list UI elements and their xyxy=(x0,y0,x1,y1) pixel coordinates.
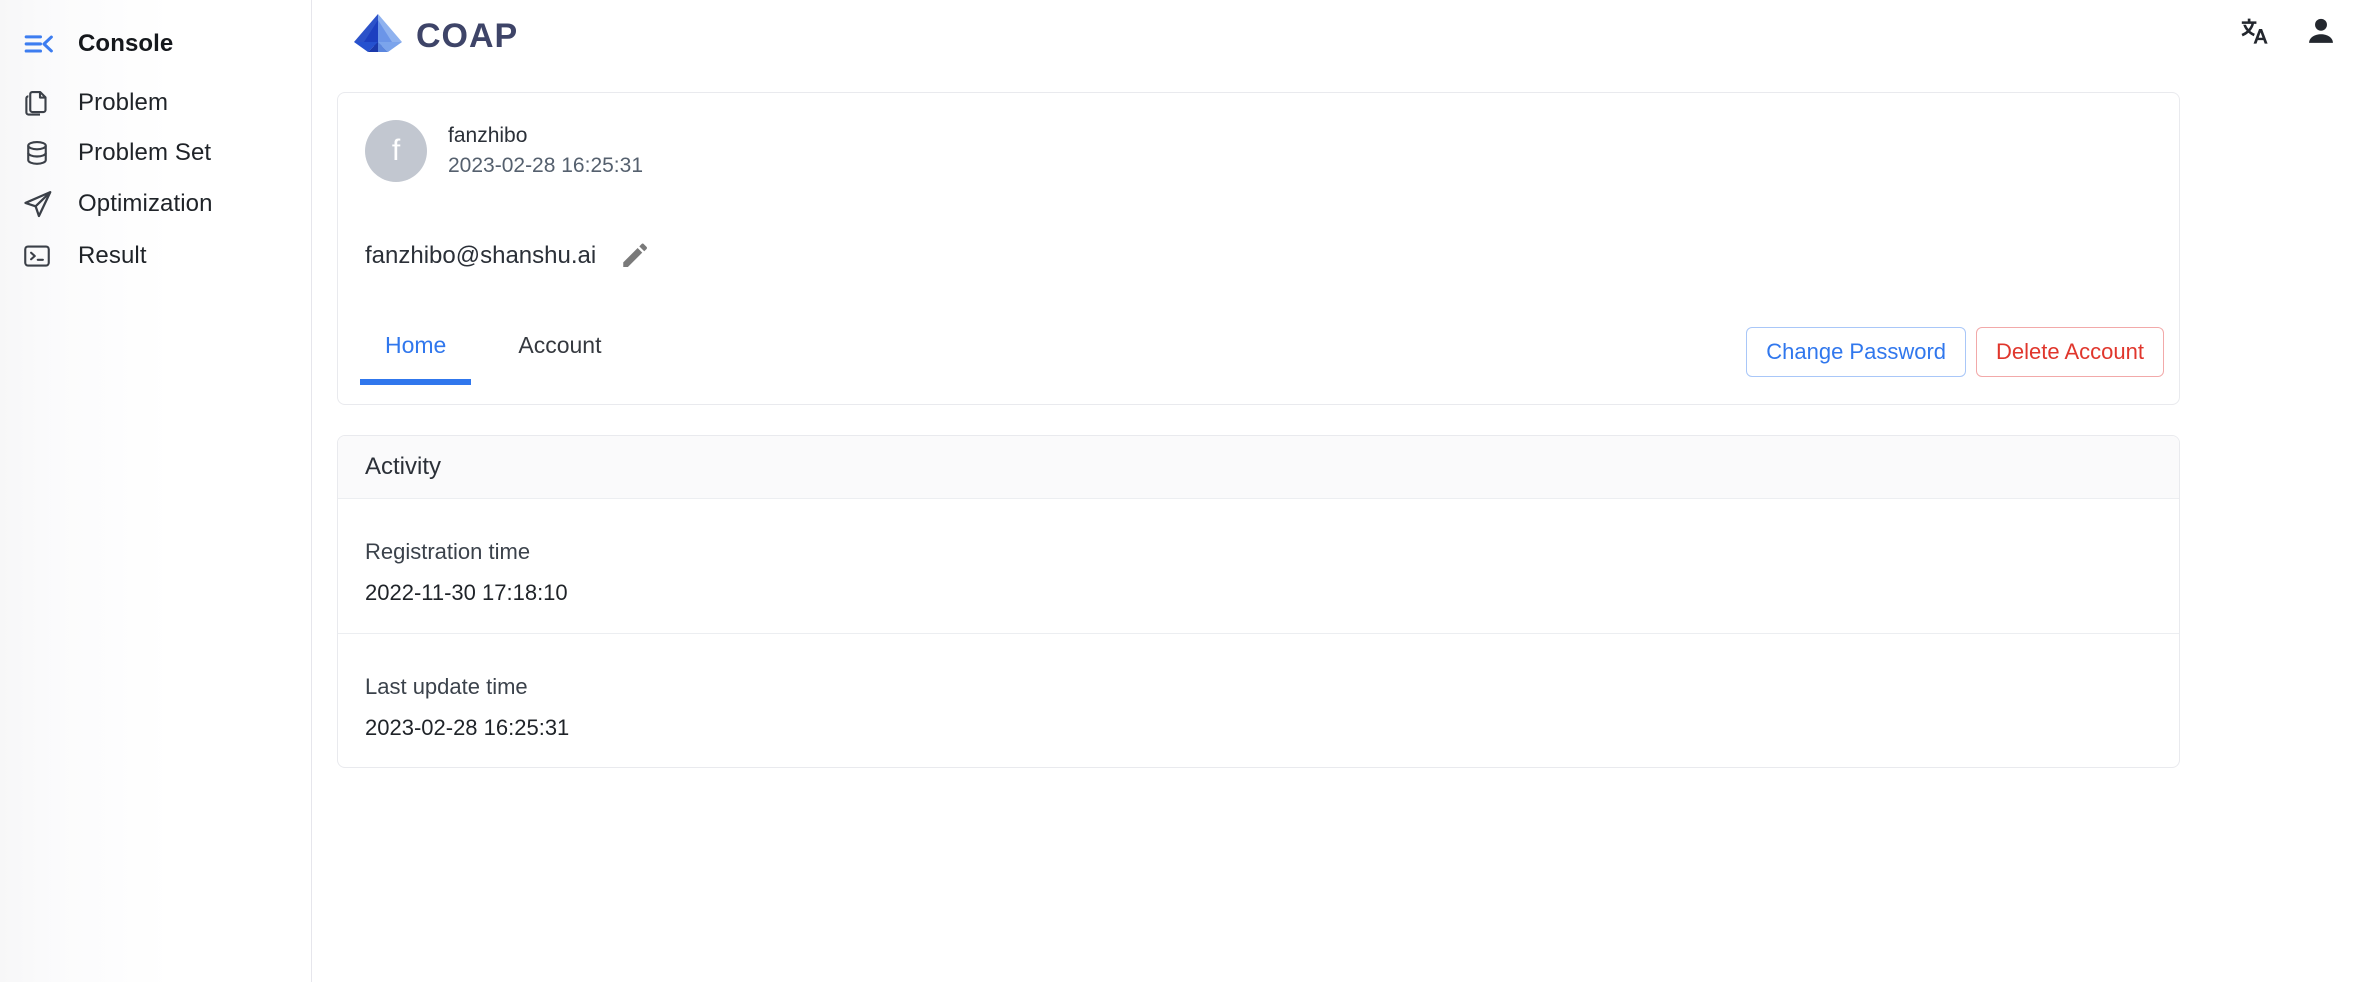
activity-row-value: 2022-11-30 17:18:10 xyxy=(365,580,568,605)
language-translate-icon[interactable] xyxy=(2236,14,2270,48)
activity-row-value: 2023-02-28 16:25:31 xyxy=(365,715,570,740)
tabs: Home Account xyxy=(349,320,637,385)
pencil-edit-icon[interactable] xyxy=(619,241,649,271)
profile-header: f fanzhibo 2023-02-28 16:25:31 xyxy=(365,120,643,182)
profile-identity: fanzhibo 2023-02-28 16:25:31 xyxy=(448,121,643,181)
tab-account[interactable]: Account xyxy=(482,320,637,385)
sidebar-brand-label: Console xyxy=(78,30,174,57)
sidebar-item-label: Optimization xyxy=(78,190,213,217)
delete-account-button[interactable]: Delete Account xyxy=(1976,327,2164,377)
email-row: fanzhibo@shanshu.ai xyxy=(365,241,649,271)
topbar-actions xyxy=(2236,14,2338,48)
sidebar-item-label: Problem Set xyxy=(78,139,212,166)
tabs-row: Home Account Change Password Delete Acco… xyxy=(338,312,2179,404)
sidebar-item-result[interactable]: Result xyxy=(0,230,312,282)
activity-row: Registration time 2022-11-30 17:18:10 xyxy=(338,499,2179,634)
avatar: f xyxy=(365,120,427,182)
activity-card-header: Activity xyxy=(338,436,2179,499)
sidebar-item-problem[interactable]: Problem xyxy=(0,77,312,129)
terminal-icon xyxy=(22,241,66,271)
change-password-button[interactable]: Change Password xyxy=(1746,327,1967,377)
tab-actions: Change Password Delete Account xyxy=(1746,327,2164,377)
sidebar-item-problem-set[interactable]: Problem Set xyxy=(0,127,312,179)
profile-card: f fanzhibo 2023-02-28 16:25:31 fanzhibo@… xyxy=(337,92,2180,405)
coap-arrow-logo-icon xyxy=(350,12,406,61)
sidebar-item-label: Problem xyxy=(78,89,169,116)
activity-row: Last update time 2023-02-28 16:25:31 xyxy=(338,634,2179,767)
paper-plane-icon xyxy=(22,188,66,220)
activity-card: Activity Registration time 2022-11-30 17… xyxy=(337,435,2180,768)
user-account-icon[interactable] xyxy=(2304,14,2338,48)
database-icon xyxy=(22,138,66,168)
app-root: Console Problem Problem Set Optimization… xyxy=(0,0,2366,982)
sidebar: Console Problem Problem Set Optimization… xyxy=(0,0,312,982)
profile-username: fanzhibo xyxy=(448,124,528,147)
profile-updated-time: 2023-02-28 16:25:31 xyxy=(448,154,643,177)
profile-email: fanzhibo@shanshu.ai xyxy=(365,242,597,269)
sidebar-item-label: Result xyxy=(78,242,147,269)
activity-row-label: Registration time xyxy=(365,539,531,564)
logo-text: COAP xyxy=(416,16,519,55)
sidebar-brand-row[interactable]: Console xyxy=(0,18,312,70)
tab-home[interactable]: Home xyxy=(349,320,482,385)
topbar: COAP xyxy=(313,0,2366,70)
copy-document-icon xyxy=(22,88,66,118)
app-logo[interactable]: COAP xyxy=(350,12,518,61)
menu-collapse-icon[interactable] xyxy=(22,28,66,60)
activity-row-label: Last update time xyxy=(365,674,528,699)
sidebar-item-optimization[interactable]: Optimization xyxy=(0,178,312,230)
activity-title: Activity xyxy=(365,453,442,480)
